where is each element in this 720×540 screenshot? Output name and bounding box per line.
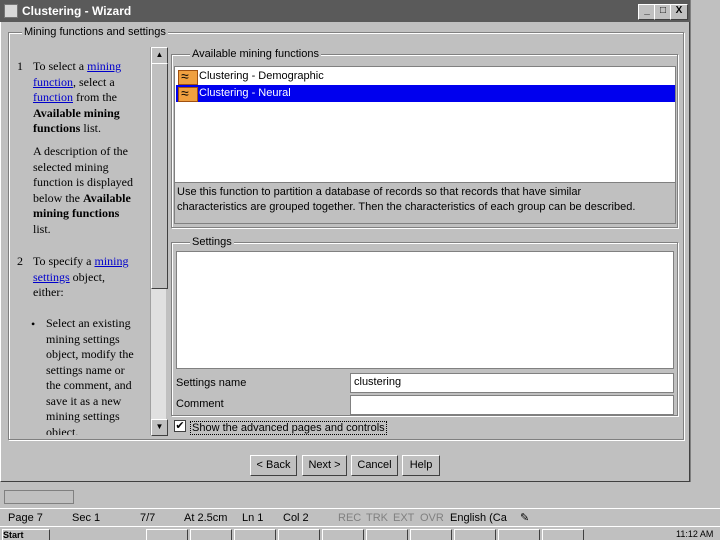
clock: 11:12 AM <box>676 529 714 539</box>
function-link[interactable]: function <box>33 75 73 89</box>
status-bar: Page 7 Sec 1 7/7 At 2.5cm Ln 1 Col 2 REC… <box>0 508 720 526</box>
status-ext[interactable]: EXT <box>393 511 414 525</box>
status-pages: 7/7 <box>140 512 156 524</box>
help-text: the comment, and <box>46 378 132 392</box>
task-button[interactable] <box>146 529 188 540</box>
settings-list[interactable] <box>176 251 674 369</box>
status-col: Col 2 <box>283 512 309 524</box>
clustering-icon <box>178 68 198 85</box>
step-number: 1 <box>17 59 23 73</box>
back-button[interactable]: < Back <box>250 455 297 476</box>
scroll-up-icon[interactable]: ▲ <box>151 47 168 64</box>
help-button[interactable]: Help <box>402 455 440 476</box>
bullet: • <box>31 317 36 331</box>
help-bold: Available mining <box>33 105 120 120</box>
help-text: To specify a <box>33 254 95 268</box>
help-text: list. <box>80 121 102 135</box>
comment-label: Comment <box>176 398 224 410</box>
window-title: Clustering - Wizard <box>22 4 132 18</box>
task-button[interactable] <box>498 529 540 540</box>
help-bullet-text: Select an existing mining settings objec… <box>46 316 151 435</box>
list-item[interactable]: Clustering - Demographic <box>176 68 675 85</box>
view-buttons[interactable] <box>4 490 74 504</box>
mining-functions-group-title: Mining functions and settings <box>22 26 168 38</box>
help-text: settings name or <box>46 362 125 377</box>
status-ovr[interactable]: OVR <box>420 511 444 525</box>
title-bar[interactable]: Clustering - Wizard _ □ X <box>0 0 690 22</box>
help-pane: 1 To select a mining function, select a … <box>13 47 153 435</box>
status-rec[interactable]: REC <box>338 511 361 525</box>
help-text: object, modify the <box>46 347 134 361</box>
settings-link[interactable]: settings <box>33 270 70 284</box>
start-button[interactable]: Start <box>2 529 50 540</box>
help-text: Select an existing <box>46 316 131 330</box>
settings-name-label: Settings name <box>176 377 247 389</box>
help-text: from the <box>73 90 117 104</box>
help-text: mining settings <box>46 409 120 423</box>
task-button[interactable] <box>190 529 232 540</box>
next-button[interactable]: Next > <box>302 455 347 476</box>
description-line: Use this function to partition a databas… <box>177 186 582 198</box>
list-item-label: Clustering - Demographic <box>199 70 324 82</box>
help-text: function is displayed <box>33 175 133 189</box>
task-button[interactable] <box>322 529 364 540</box>
help-text: mining settings <box>46 331 120 346</box>
help-description: A description of the selected mining fun… <box>33 144 148 237</box>
help-bold: Available <box>83 190 131 205</box>
help-text: save it as a new <box>46 393 122 408</box>
help-text: either: <box>33 285 64 299</box>
task-button[interactable] <box>542 529 584 540</box>
help-step-1: To select a mining function, select a fu… <box>33 59 148 137</box>
help-text: , select a <box>73 74 115 89</box>
close-button[interactable]: X <box>670 4 688 20</box>
taskbar: Start 11:12 AM <box>0 526 720 540</box>
advanced-checkbox[interactable]: ✔ <box>174 420 186 432</box>
help-text: list. <box>33 221 51 236</box>
help-text: To select a <box>33 59 88 73</box>
comment-input[interactable] <box>350 395 674 415</box>
help-text: object. <box>46 424 79 436</box>
task-button[interactable] <box>410 529 452 540</box>
advanced-checkbox-label[interactable]: Show the advanced pages and controls <box>190 421 387 435</box>
task-button[interactable] <box>454 529 496 540</box>
status-trk[interactable]: TRK <box>366 511 388 525</box>
task-button[interactable] <box>234 529 276 540</box>
function-description: Use this function to partition a databas… <box>174 182 676 224</box>
clustering-icon <box>178 85 198 102</box>
status-ln: Ln 1 <box>242 512 264 524</box>
scroll-down-icon[interactable]: ▼ <box>151 419 168 436</box>
function-link-2[interactable]: function <box>33 90 73 104</box>
spelling-icon[interactable]: ✎ <box>520 511 529 525</box>
task-button[interactable] <box>366 529 408 540</box>
mining-link[interactable]: mining <box>87 59 121 73</box>
mining-link[interactable]: mining <box>94 254 128 268</box>
step-number: 2 <box>17 254 23 268</box>
help-text: below the <box>33 190 83 205</box>
help-bold: mining functions <box>33 206 120 220</box>
status-page: Page 7 <box>8 512 43 524</box>
settings-title: Settings <box>190 236 234 248</box>
scroll-thumb[interactable] <box>151 63 168 289</box>
task-button[interactable] <box>278 529 320 540</box>
help-text: A description of the <box>33 144 128 158</box>
help-step-2: To specify a mining settings object, eit… <box>33 254 148 301</box>
help-text: object, <box>69 269 105 284</box>
available-functions-title: Available mining functions <box>190 48 321 60</box>
description-line: characteristics are grouped together. Th… <box>177 201 636 213</box>
settings-name-input[interactable]: clustering <box>350 373 674 393</box>
status-language: English (Ca <box>450 512 507 524</box>
cancel-button[interactable]: Cancel <box>351 455 398 476</box>
status-sec: Sec 1 <box>72 512 101 524</box>
list-item-label: Clustering - Neural <box>199 87 291 99</box>
functions-list[interactable]: Clustering - Demographic Clustering - Ne… <box>174 66 676 184</box>
help-bold: functions <box>33 121 81 135</box>
help-text: selected mining <box>33 159 109 174</box>
status-at: At 2.5cm <box>184 512 228 524</box>
app-icon <box>4 4 18 18</box>
help-scrollbar[interactable]: ▲ ▼ <box>150 47 168 436</box>
list-item-selected[interactable]: Clustering - Neural <box>176 85 675 102</box>
background-app <box>690 0 720 508</box>
